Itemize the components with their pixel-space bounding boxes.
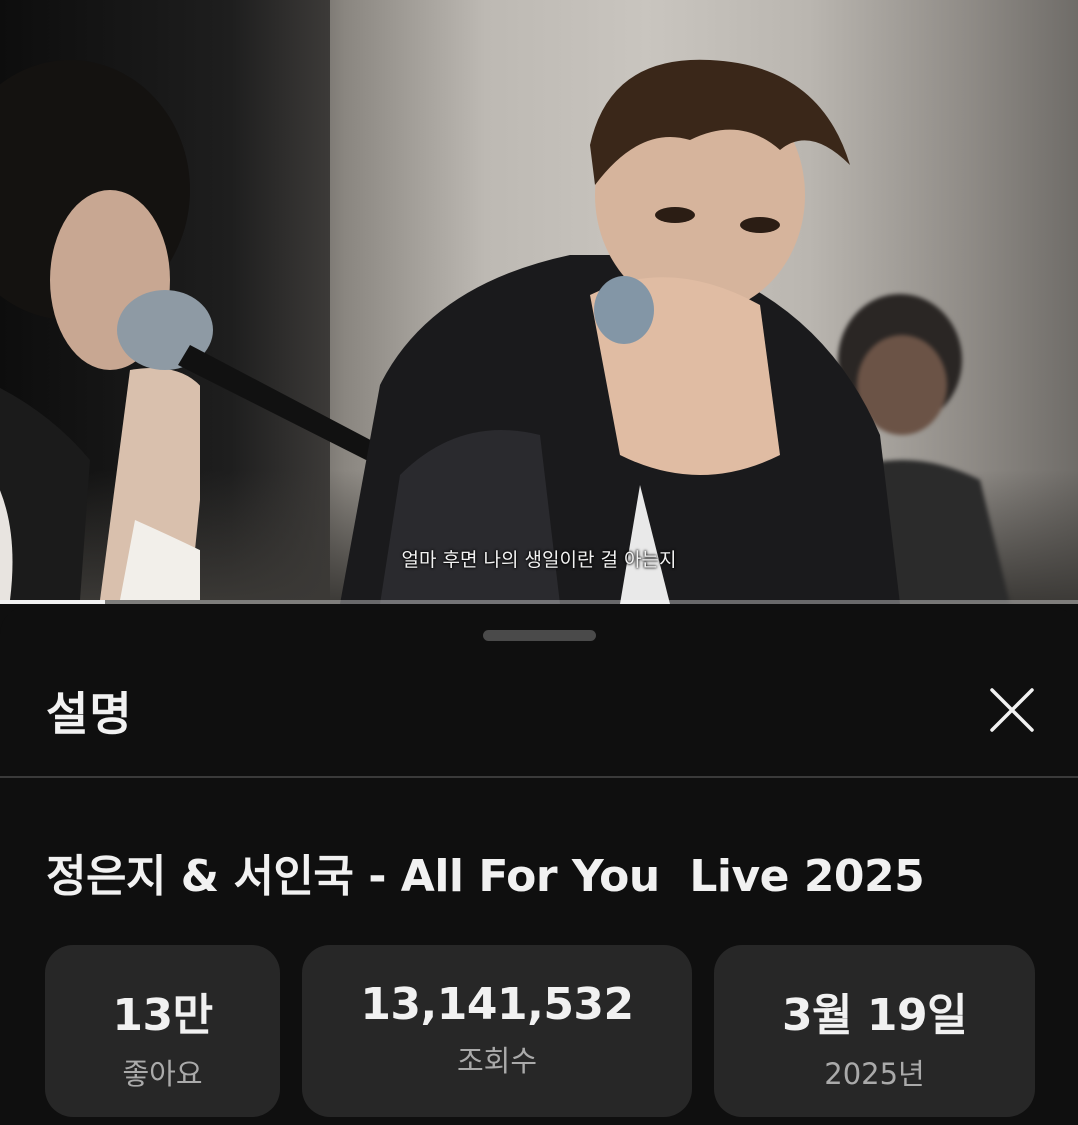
video-progress-fill: [0, 600, 105, 604]
sheet-title: 설명: [46, 687, 133, 741]
views-count: 13,141,532: [360, 979, 634, 1030]
upload-year: 2025년: [824, 1057, 925, 1091]
date-stat-card: 3월 19일 2025년: [714, 945, 1035, 1117]
close-button[interactable]: [984, 682, 1040, 738]
video-player[interactable]: 얼마 후면 나의 생일이란 걸 아는지: [0, 0, 1078, 604]
sheet-drag-handle[interactable]: [483, 630, 596, 641]
likes-stat-card: 13만 좋아요: [45, 945, 280, 1117]
views-stat-card: 13,141,532 조회수: [302, 945, 692, 1117]
upload-date: 3월 19일: [781, 990, 968, 1041]
likes-label: 좋아요: [122, 1057, 203, 1091]
right-microphone-image: [594, 276, 654, 344]
description-sheet: 설명 정은지 & 서인국 - All For You Live 2025 13만…: [0, 606, 1078, 1125]
likes-count: 13만: [112, 990, 213, 1041]
sheet-divider: [0, 776, 1078, 778]
video-title: 정은지 & 서인국 - All For You Live 2025: [46, 851, 925, 902]
video-progress-bar[interactable]: [0, 600, 1078, 604]
views-label: 조회수: [456, 1044, 538, 1078]
video-caption: 얼마 후면 나의 생일이란 걸 아는지: [401, 549, 677, 571]
close-icon: [990, 688, 1034, 732]
